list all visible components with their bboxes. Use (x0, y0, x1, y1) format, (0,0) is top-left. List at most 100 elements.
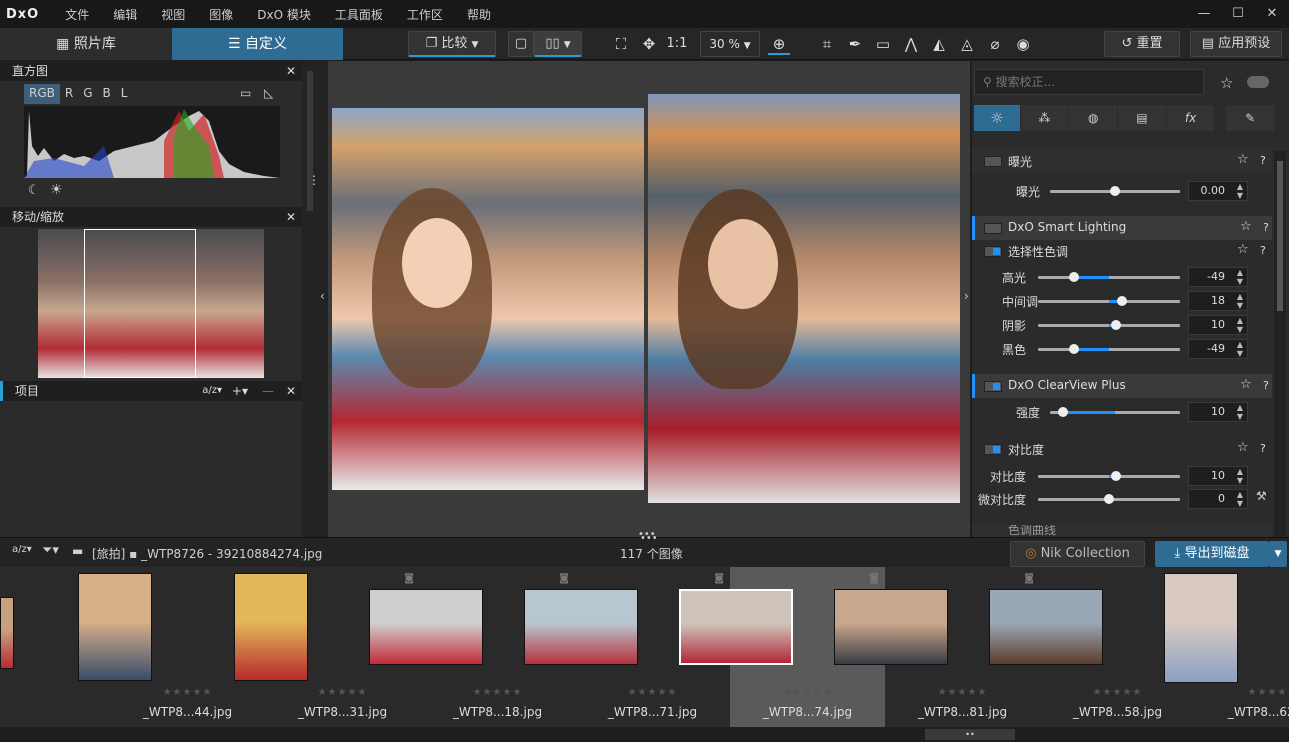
menu-dxo-modules[interactable]: DxO 模块 (245, 6, 323, 23)
slider-knob[interactable] (1104, 494, 1114, 504)
thumbnail-image[interactable] (524, 589, 638, 665)
slider-knob[interactable] (1068, 272, 1079, 282)
export-dropdown[interactable]: ▼ (1269, 541, 1287, 567)
filter-icon[interactable]: ⏷▾ (42, 543, 59, 558)
menu-workspace[interactable]: 工作区 (395, 6, 455, 23)
selective-tone-slider[interactable] (1038, 344, 1180, 354)
menu-image[interactable]: 图像 (197, 6, 245, 23)
slider-knob[interactable] (1111, 471, 1122, 481)
selective-tone-slider[interactable] (1038, 296, 1180, 306)
exposure-checkbox[interactable] (984, 156, 1002, 167)
selective-tone-value[interactable]: 18 ▲ ▼ (1188, 291, 1248, 311)
left-panel-scrollbar[interactable]: ⋮ ‹ (302, 61, 328, 537)
contrast-value[interactable]: 0 ▲ ▼ (1188, 489, 1248, 509)
star-icon[interactable]: ☆ (1237, 440, 1249, 455)
selective-tone-checkbox[interactable] (984, 246, 1002, 257)
tab-photo-library[interactable]: ▦ 照片库 (0, 28, 172, 60)
add-icon[interactable]: +▾ (232, 381, 248, 401)
more-vertical-icon[interactable]: ⋮ (308, 173, 320, 187)
local-adjust-tab-icon[interactable]: ✎ (1226, 105, 1274, 131)
corrected-photo[interactable] (648, 94, 960, 503)
thumbnail-image[interactable] (679, 589, 793, 665)
close-icon[interactable]: ✕ (286, 207, 296, 227)
clearview-intensity-value[interactable]: 10 ▲ ▼ (1188, 402, 1248, 422)
thumbnail-image[interactable] (0, 597, 14, 669)
favorites-star-icon[interactable]: ☆ (1220, 74, 1233, 92)
crop-icon[interactable]: ⌗ (816, 33, 838, 55)
horizon-icon[interactable]: ▭ (872, 33, 894, 55)
thumbnail-image[interactable] (369, 589, 483, 665)
channel-l[interactable]: L (116, 84, 133, 104)
repair-icon[interactable]: ⌀ (984, 33, 1006, 55)
filmstrip-thumbnail[interactable]: ◙ (0, 567, 14, 727)
channel-g[interactable]: G (78, 84, 97, 104)
export-to-disk-button[interactable]: ⤓ 导出到磁盘 (1155, 541, 1269, 567)
rating-stars[interactable]: ★★★★★ (1195, 687, 1289, 698)
navigator-viewport[interactable] (84, 229, 196, 378)
navigator-thumbnail[interactable] (38, 229, 264, 378)
slider-knob[interactable] (1058, 407, 1068, 417)
help-icon[interactable]: ? (1263, 379, 1269, 392)
close-icon[interactable]: ✕ (286, 61, 296, 81)
minimize-button[interactable]: — (1187, 0, 1221, 28)
resize-handle-icon[interactable]: ••• (640, 533, 658, 544)
remove-icon[interactable]: — (262, 381, 274, 401)
channel-rgb[interactable]: RGB (24, 84, 60, 104)
color-tab-icon[interactable]: ⁂ (1020, 105, 1069, 131)
collapse-left-icon[interactable]: ‹ (320, 289, 325, 303)
light-tab-icon[interactable]: ☼ (974, 105, 1020, 131)
help-icon[interactable]: ? (1260, 154, 1266, 167)
clearview-checkbox[interactable] (984, 381, 1002, 392)
rating-stars[interactable]: ★★★★★ (110, 687, 265, 698)
rating-stars[interactable]: ★★★★★ (1040, 687, 1195, 698)
effects-tab-icon[interactable]: fx (1166, 105, 1215, 131)
smart-lighting-checkbox[interactable] (984, 223, 1002, 234)
menu-edit[interactable]: 编辑 (101, 6, 149, 23)
help-icon[interactable]: ? (1263, 221, 1269, 234)
rating-stars[interactable]: ★★★★★ (885, 687, 1040, 698)
zoom-1to1-button[interactable]: 1:1 (664, 33, 690, 55)
single-view-button[interactable]: ▢ (508, 31, 534, 57)
filmstrip-thumbnail[interactable]: ◙ ★★★★★ _WTP8...62.jpg (1164, 567, 1289, 727)
selective-tone-slider[interactable] (1038, 272, 1180, 282)
detail-tab-icon[interactable]: ◍ (1069, 105, 1118, 131)
sort-icon[interactable]: a/z▾ (202, 381, 222, 401)
thumbnail-image[interactable] (234, 573, 308, 681)
thumbnail-image[interactable] (1164, 573, 1238, 683)
smart-lighting-header[interactable]: DxO Smart Lighting ☆? (972, 216, 1272, 240)
image-viewer[interactable]: › ••• (328, 61, 970, 540)
star-icon[interactable]: ☆ (1240, 377, 1252, 392)
geometry-tab-icon[interactable]: ▤ (1118, 105, 1166, 131)
exposure-value[interactable]: 0.00 ▲ ▼ (1188, 181, 1248, 201)
eye-icon[interactable]: ◉ (1012, 33, 1034, 55)
star-icon[interactable]: ☆ (1237, 152, 1249, 167)
zoom-in-icon[interactable]: ⊕ (768, 33, 790, 55)
soft-proof-icon[interactable]: ◺ (264, 86, 273, 100)
exposure-section-header[interactable]: 曝光 ☆? (972, 149, 1272, 173)
channel-r[interactable]: R (60, 84, 78, 104)
selective-tone-header[interactable]: 选择性色调 ☆? (972, 239, 1272, 263)
reset-button[interactable]: ↺ 重置 (1104, 31, 1180, 57)
compare-button[interactable]: ❐ 比较 ▼ (408, 31, 496, 57)
close-window-button[interactable]: ✕ (1255, 0, 1289, 28)
thumbnail-image[interactable] (78, 573, 152, 681)
exposure-slider[interactable] (1050, 186, 1180, 196)
close-icon[interactable]: ✕ (286, 381, 296, 401)
slider-knob[interactable] (1068, 344, 1079, 354)
thumbnail-image[interactable] (989, 589, 1103, 665)
sort-icon[interactable]: a/z▾ (12, 544, 32, 555)
contrast-value[interactable]: 10 ▲ ▼ (1188, 466, 1248, 486)
help-icon[interactable]: ? (1260, 442, 1266, 455)
contrast-slider[interactable] (1038, 494, 1180, 504)
tab-customize[interactable]: ☰ 自定义 (172, 28, 343, 60)
rating-stars[interactable]: ★★★★★ (265, 687, 420, 698)
search-field[interactable]: ⚲ 搜索校正... (974, 69, 1204, 95)
monitor-icon[interactable]: ▭ (240, 86, 251, 100)
eyedropper-icon[interactable]: ✒ (844, 33, 866, 55)
rating-stars[interactable]: ★★★★★ (420, 687, 575, 698)
menu-file[interactable]: 文件 (53, 6, 101, 23)
thumbnail-image[interactable] (834, 589, 948, 665)
contrast-slider[interactable] (1038, 471, 1180, 481)
right-panel-scrollbar[interactable] (1274, 151, 1286, 537)
slider-knob[interactable] (1111, 320, 1122, 330)
